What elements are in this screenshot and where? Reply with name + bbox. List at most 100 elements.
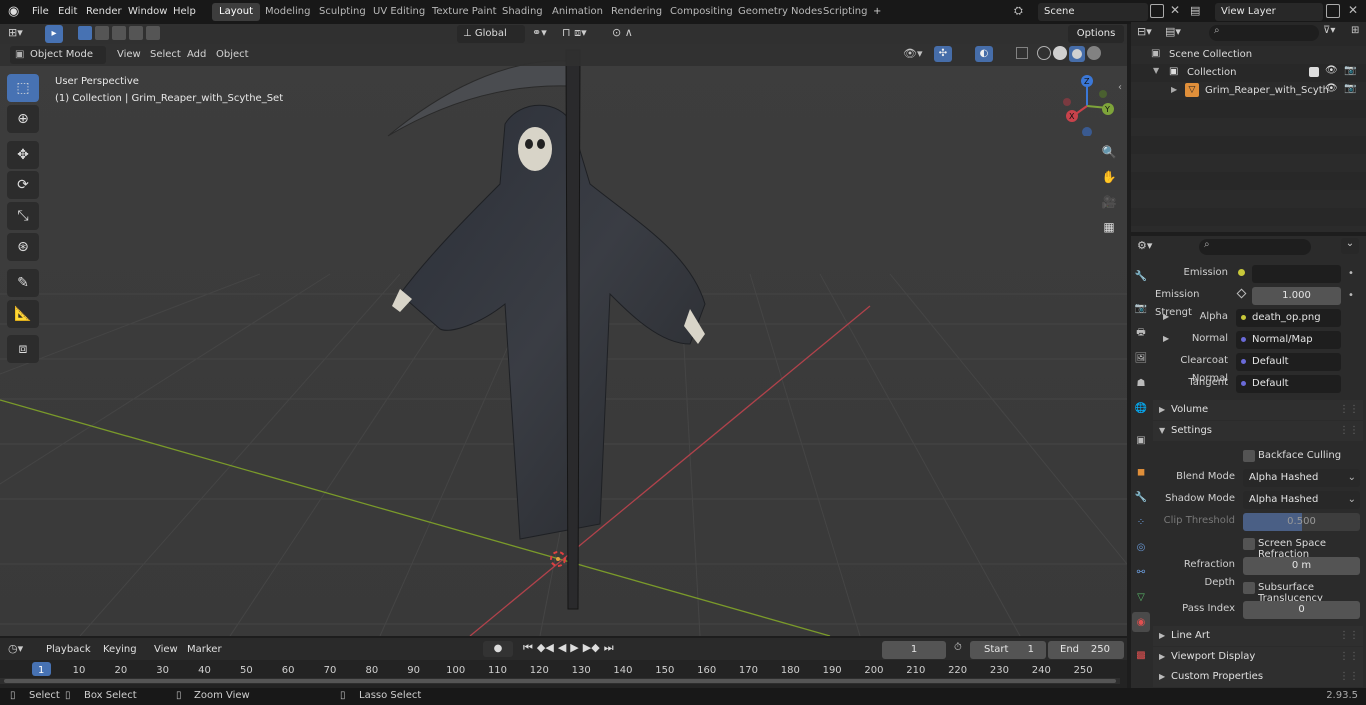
object-eye-icon[interactable]: 👁 [1325,83,1338,94]
outliner-search-input[interactable]: ⌕ [1209,25,1319,41]
menu-render[interactable]: Render [86,4,122,20]
tab-sculpting[interactable]: Sculpting [312,3,373,21]
volume-panel-header[interactable]: ▶ Volume ⋮⋮ [1153,400,1363,420]
delete-view-layer-icon[interactable]: ✕ [1348,3,1358,17]
viewport-display-panel-header[interactable]: ▶ Viewport Display ⋮⋮ [1153,647,1363,667]
view-layer-icon[interactable]: ▤ [1190,4,1212,20]
screen-space-refraction-checkbox[interactable] [1243,538,1255,550]
menu-help[interactable]: Help [173,4,196,20]
menu-edit[interactable]: Edit [58,4,77,20]
tab-compositing[interactable]: Compositing [663,3,740,21]
output-tab-icon[interactable]: 🖶 [1132,324,1150,342]
auto-keying-icon[interactable]: ● [483,641,513,657]
properties-editor-icon[interactable]: ⚙▾ [1137,239,1152,252]
new-collection-icon[interactable]: ⊞ [1351,25,1359,36]
overlays-toggle-icon[interactable]: ◐ [975,46,993,62]
scene-type-icon[interactable]: ⛭ [1014,4,1036,20]
tab-rendering[interactable]: Rendering [604,3,669,21]
select-tool-icon[interactable]: ▸ [45,25,63,43]
line-art-panel-header[interactable]: ▶ Line Art ⋮⋮ [1153,626,1363,646]
editor-type-icon[interactable]: ⊞▾ [8,26,36,42]
object-camera-icon[interactable]: 📷 [1344,83,1356,94]
emission-keyframe-icon[interactable]: • [1348,268,1354,279]
settings-panel-header[interactable]: ▼ Settings ⋮⋮ [1153,421,1363,441]
viewport-menu-add[interactable]: Add [187,47,206,63]
world-tab-icon[interactable]: 🌐 [1132,399,1150,417]
play-reverse-icon[interactable]: ◀ [558,641,566,655]
navigation-gizmo[interactable]: Z Y X [1055,72,1119,136]
custom-properties-panel-header[interactable]: ▶ Custom Properties ⋮⋮ [1153,667,1363,687]
prev-keyframe-icon[interactable]: ◆◀ [537,641,554,655]
tangent-field[interactable]: Default [1236,375,1341,393]
line-art-drag-handle-icon[interactable]: ⋮⋮ [1339,626,1359,646]
start-frame-field[interactable]: Start 1 [970,641,1046,659]
copy-view-layer-icon[interactable] [1326,4,1340,18]
move-tool[interactable]: ✥ [7,141,39,169]
delete-scene-icon[interactable]: ✕ [1170,3,1180,17]
properties-options-icon[interactable]: ⌄ [1341,238,1359,254]
annotate-tool[interactable]: ✎ [7,269,39,297]
normal-expand-icon[interactable]: ▶ [1163,334,1169,343]
proportional-edit-icon[interactable]: ⊙ ∧ [612,26,633,39]
shadow-mode-dropdown[interactable]: Alpha Hashed ⌄ [1243,491,1360,509]
view-layer-field[interactable]: View Layer [1215,3,1323,21]
copy-scene-icon[interactable] [1150,4,1164,18]
collapse-chevron-icon[interactable]: ▼ [1153,66,1159,75]
material-preview-icon[interactable] [1069,46,1085,62]
physics-tab-icon[interactable]: ◎ [1132,538,1150,556]
tab-layout[interactable]: Layout [212,3,260,21]
add-cube-tool[interactable]: ⧈ [7,335,39,363]
emission-strength-keyframe-icon[interactable]: • [1348,290,1354,301]
camera-view-icon[interactable]: 🎥 [1098,191,1120,213]
camera-icon[interactable]: 📷 [1344,65,1356,76]
alpha-texture-field[interactable]: death_op.png [1236,309,1341,327]
object-tab-icon[interactable]: ◼ [1132,463,1150,481]
snap-icon[interactable]: ⊓ ⧈▾ [562,26,587,40]
end-frame-field[interactable]: End 250 [1048,641,1124,659]
outliner-editor-icon[interactable]: ⊟▾ [1137,25,1152,38]
cursor-tool[interactable]: ⊕ [7,105,39,133]
timeline-menu-marker[interactable]: Marker [187,642,222,658]
add-workspace-button[interactable]: + [866,3,888,21]
timeline-editor-icon[interactable]: ◷▾ [8,642,23,655]
drag-handle-icon[interactable]: ⋮⋮ [1339,400,1359,420]
pan-hand-icon[interactable]: ✋ [1098,166,1120,188]
tab-uv-editing[interactable]: UV Editing [366,3,432,21]
mode-dropdown[interactable]: Object Mode ▣ [10,46,106,64]
transform-orientation-dropdown[interactable]: ⊥ Global [457,25,525,43]
view-layer-tab-icon[interactable]: 🖼 [1132,349,1150,367]
timeline-menu-view[interactable]: View [154,642,178,658]
filter-icon[interactable]: ⊽▾ [1323,25,1335,36]
transform-tool[interactable]: ⊛ [7,233,39,261]
sidebar-toggle-icon[interactable]: ‹ [1118,82,1122,93]
expand-chevron-icon[interactable]: ▶ [1171,85,1177,94]
visibility-icon[interactable]: 👁▾ [903,47,923,60]
render-tab-icon[interactable]: 📷 [1132,299,1150,317]
tab-geometry-nodes[interactable]: Geometry Nodes [731,3,829,21]
stopwatch-icon[interactable]: ⏱ [954,642,962,653]
current-frame-field[interactable]: 1 [882,641,946,659]
next-keyframe-icon[interactable]: ▶◆ [583,641,600,655]
particles-tab-icon[interactable]: ⁘ [1132,513,1150,531]
options-dropdown[interactable]: Options [1068,25,1124,43]
outliner-row-scene-collection[interactable]: ▣ Scene Collection [1131,46,1366,64]
eye-icon[interactable]: 👁 [1325,65,1338,76]
scene-tab-icon[interactable]: ☗ [1132,374,1150,392]
tab-shading[interactable]: Shading [495,3,550,21]
scale-tool[interactable]: ⤡ [7,202,39,230]
mode-intersect-icon[interactable] [146,26,160,40]
menu-window[interactable]: Window [128,4,167,20]
mode-extend-icon[interactable] [95,26,109,40]
tab-modeling[interactable]: Modeling [258,3,318,21]
texture-tab-icon[interactable]: ▩ [1132,646,1150,664]
timeline-menu-keying[interactable]: Keying [103,642,137,658]
display-mode-icon[interactable]: ▤▾ [1165,25,1181,38]
custom-properties-drag-handle-icon[interactable]: ⋮⋮ [1339,667,1359,687]
viewport-menu-view[interactable]: View [117,47,141,63]
perspective-toggle-icon[interactable]: ▦ [1098,216,1120,238]
backface-culling-checkbox[interactable] [1243,450,1255,462]
mode-subtract-icon[interactable] [112,26,126,40]
tab-animation[interactable]: Animation [545,3,610,21]
jump-end-icon[interactable]: ⏭ [604,641,614,655]
tool-tab-icon[interactable]: 🔧 [1132,267,1150,285]
